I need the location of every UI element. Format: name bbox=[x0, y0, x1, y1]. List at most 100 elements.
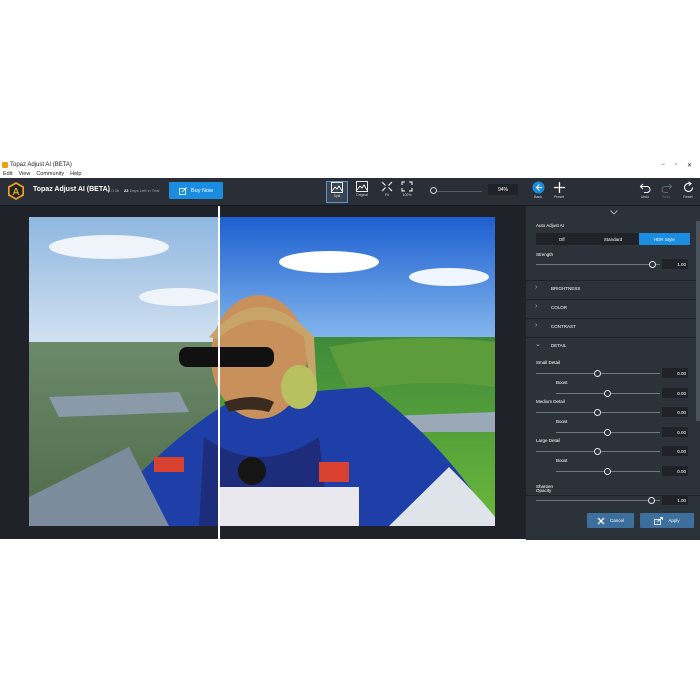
small-boost-label: Boost bbox=[556, 380, 568, 385]
opacity-slider-handle[interactable] bbox=[648, 497, 655, 504]
undo-label: Undo bbox=[640, 195, 650, 199]
buy-now-button[interactable]: Buy Now bbox=[169, 182, 223, 199]
small-boost-handle[interactable] bbox=[604, 390, 611, 397]
medium-boost-handle[interactable] bbox=[604, 429, 611, 436]
minimize-button[interactable]: − bbox=[661, 162, 665, 169]
back-button[interactable]: Back bbox=[527, 181, 549, 203]
top-toolbar: A Topaz Adjust AI (BETA) v0.0.3b 22 Days… bbox=[0, 178, 700, 206]
trial-days: 22 bbox=[124, 188, 129, 193]
strength-value[interactable]: 1.00 bbox=[662, 259, 688, 269]
preset-label: Preset bbox=[553, 195, 565, 199]
trial-info: 22 Days Left in Trial bbox=[124, 188, 159, 193]
adjust-panel: Auto Adjust AI Off Standard HDR Style St… bbox=[526, 206, 700, 540]
strength-label: Strength bbox=[536, 252, 554, 257]
view-fit-button[interactable]: Fit bbox=[376, 181, 398, 203]
pilot-photo bbox=[29, 217, 495, 526]
opacity-slider[interactable] bbox=[536, 500, 660, 501]
menu-edit[interactable]: Edit bbox=[3, 171, 12, 177]
large-detail-handle[interactable] bbox=[594, 448, 601, 455]
section-brightness-label: BRIGHTNESS bbox=[551, 286, 581, 291]
image-canvas[interactable] bbox=[0, 206, 525, 539]
section-brightness[interactable]: › BRIGHTNESS bbox=[526, 280, 696, 298]
medium-boost-label: Boost bbox=[556, 419, 568, 424]
opacity-value[interactable]: 1.00 bbox=[662, 495, 688, 505]
view-100-button[interactable]: 100% bbox=[396, 181, 418, 203]
mode-hdr-style-button[interactable]: HDR Style bbox=[638, 233, 690, 245]
section-detail[interactable]: ⌄ DETAIL bbox=[526, 337, 696, 355]
medium-detail-handle[interactable] bbox=[594, 409, 601, 416]
reset-label: Reset bbox=[683, 195, 693, 199]
undo-button[interactable]: Undo bbox=[634, 181, 656, 203]
redo-label: Redo bbox=[661, 195, 671, 199]
topaz-logo-icon: A bbox=[8, 182, 24, 200]
window-title: Topaz Adjust AI (BETA) bbox=[10, 162, 72, 168]
mode-standard-button[interactable]: Standard bbox=[587, 233, 638, 245]
fit-icon bbox=[381, 181, 393, 192]
strength-slider-handle[interactable] bbox=[649, 261, 656, 268]
collapse-chevron-icon[interactable] bbox=[610, 210, 618, 215]
menu-bar: Edit View Community Help bbox=[0, 170, 700, 178]
large-detail-value[interactable]: 0.00 bbox=[662, 446, 688, 456]
title-bar: Topaz Adjust AI (BETA) − ▫ ✕ bbox=[0, 160, 700, 170]
back-arrow-icon bbox=[532, 181, 544, 194]
chevron-right-icon: › bbox=[535, 303, 538, 310]
menu-community[interactable]: Community bbox=[36, 171, 64, 177]
back-label: Back bbox=[534, 195, 542, 199]
actual-size-label: 100% bbox=[402, 193, 412, 197]
auto-adjust-title: Auto Adjust AI bbox=[536, 223, 565, 228]
section-color[interactable]: › COLOR bbox=[526, 299, 696, 317]
edit-icon bbox=[179, 186, 187, 195]
small-detail-value[interactable]: 0.00 bbox=[662, 368, 688, 378]
medium-detail-label: Medium Detail bbox=[536, 399, 565, 404]
large-detail-label: Large Detail bbox=[536, 438, 561, 443]
menu-help[interactable]: Help bbox=[70, 171, 81, 177]
small-boost-value[interactable]: 0.00 bbox=[662, 388, 688, 398]
medium-boost-value[interactable]: 0.00 bbox=[662, 427, 688, 437]
preset-button[interactable]: Preset bbox=[548, 181, 570, 203]
split-divider-handle[interactable] bbox=[218, 206, 220, 539]
panel-scrollbar[interactable] bbox=[696, 221, 700, 421]
close-button[interactable]: ✕ bbox=[687, 162, 692, 169]
cancel-button[interactable]: Cancel bbox=[587, 513, 634, 528]
version-label: v0.0.3b bbox=[106, 188, 120, 193]
opacity-label: Opacity bbox=[536, 488, 552, 493]
plus-icon bbox=[553, 182, 565, 193]
view-original-button[interactable]: Original bbox=[351, 181, 373, 203]
section-contrast-label: CONTRAST bbox=[551, 324, 576, 329]
buy-now-label: Buy Now bbox=[190, 187, 213, 194]
apply-image-icon bbox=[654, 516, 664, 525]
mode-selector: Off Standard HDR Style bbox=[536, 233, 690, 245]
zoom-value[interactable]: 94% bbox=[488, 184, 518, 195]
apply-label: Apply bbox=[668, 518, 680, 523]
section-contrast[interactable]: › CONTRAST bbox=[526, 318, 696, 336]
reset-icon bbox=[683, 181, 693, 193]
apply-button[interactable]: Apply bbox=[640, 513, 694, 528]
zoom-slider[interactable] bbox=[432, 191, 482, 192]
close-icon bbox=[597, 517, 605, 524]
view-split-button[interactable]: Split bbox=[326, 181, 348, 203]
large-boost-handle[interactable] bbox=[604, 468, 611, 475]
section-color-label: COLOR bbox=[551, 305, 568, 310]
cancel-label: Cancel bbox=[609, 518, 624, 523]
mode-off-button[interactable]: Off bbox=[536, 233, 587, 245]
reset-button[interactable]: Reset bbox=[677, 181, 699, 203]
actual-size-icon bbox=[401, 181, 413, 192]
zoom-slider-handle[interactable] bbox=[430, 187, 437, 194]
large-boost-value[interactable]: 0.00 bbox=[662, 466, 688, 476]
svg-text:A: A bbox=[12, 187, 19, 198]
split-label: Split bbox=[333, 194, 341, 198]
chevron-right-icon: › bbox=[535, 284, 538, 291]
strength-slider[interactable] bbox=[536, 264, 660, 265]
small-detail-handle[interactable] bbox=[594, 370, 601, 377]
redo-button[interactable]: Redo bbox=[655, 181, 677, 203]
undo-icon bbox=[639, 183, 650, 193]
image-icon bbox=[356, 181, 368, 192]
menu-view[interactable]: View bbox=[18, 171, 30, 177]
redo-icon bbox=[661, 183, 672, 193]
app-window: Topaz Adjust AI (BETA) − ▫ ✕ Edit View C… bbox=[0, 160, 700, 540]
maximize-button[interactable]: ▫ bbox=[675, 162, 677, 169]
chevron-down-icon: ⌄ bbox=[535, 341, 541, 348]
small-detail-label: Small Detail bbox=[536, 360, 561, 365]
medium-detail-value[interactable]: 0.00 bbox=[662, 407, 688, 417]
section-detail-label: DETAIL bbox=[551, 343, 567, 348]
